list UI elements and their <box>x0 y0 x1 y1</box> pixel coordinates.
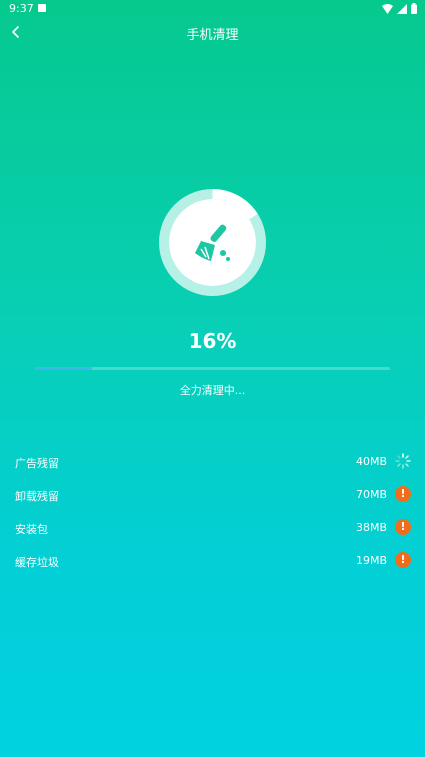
battery-icon <box>411 3 417 14</box>
top-bar: 手机清理 <box>0 18 425 48</box>
broom-badge <box>169 199 256 286</box>
wifi-icon <box>382 3 393 14</box>
item-label: 广告残留 <box>15 457 59 470</box>
notification-icon <box>38 4 46 12</box>
item-label: 缓存垃圾 <box>15 556 59 569</box>
item-size: 70MB <box>355 488 387 501</box>
list-item: 卸载残留 70MB ! <box>0 478 425 511</box>
broom-icon <box>194 224 230 261</box>
page-title: 手机清理 <box>186 28 239 43</box>
list-item: 缓存垃圾 19MB ! <box>0 544 425 577</box>
item-label: 安装包 <box>15 523 48 536</box>
cleaning-progress-ring <box>159 189 266 296</box>
progress-bar-fill <box>35 367 92 370</box>
item-size: 19MB <box>355 554 387 567</box>
progress-bar <box>35 367 390 370</box>
item-label: 卸载残留 <box>15 490 59 503</box>
status-bar: 9:37 <box>0 0 425 18</box>
item-size: 40MB <box>355 455 387 468</box>
warning-icon: ! <box>395 552 411 568</box>
progress-percent: 16% <box>188 329 237 353</box>
junk-list: 广告残留 40MB 卸载残留 70MB ! 安装包 38MB ! 缓存垃圾 19… <box>0 445 425 577</box>
list-item: 广告残留 40MB <box>0 445 425 478</box>
status-time: 9:37 <box>9 2 34 15</box>
warning-icon: ! <box>395 519 411 535</box>
signal-icon <box>397 3 407 14</box>
loading-spinner-icon <box>395 453 411 469</box>
status-icons <box>382 3 417 14</box>
list-item: 安装包 38MB ! <box>0 511 425 544</box>
warning-icon: ! <box>395 486 411 502</box>
item-size: 38MB <box>355 521 387 534</box>
cleaning-status-text: 全力清理中... <box>179 384 246 397</box>
